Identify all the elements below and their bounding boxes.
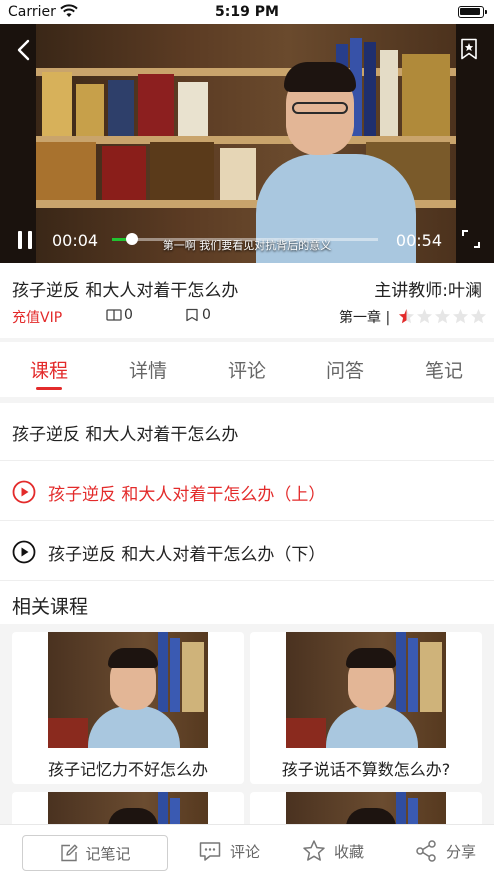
take-note-button[interactable]: 记笔记: [22, 835, 168, 871]
section-gap: [0, 338, 494, 342]
status-bar: Carrier 5:19 PM: [0, 0, 494, 24]
course-title: 孩子逆反 和大人对着干怎么办: [12, 281, 239, 301]
battery-icon: [458, 6, 487, 18]
share-icon: [416, 840, 436, 862]
tab-qa[interactable]: 问答: [305, 356, 385, 383]
section-gap: [0, 397, 494, 403]
chapter-count-stat: 0: [106, 307, 133, 323]
play-circle-icon: [12, 480, 36, 504]
related-course-card[interactable]: 孩子说话不算数怎么办?: [250, 632, 482, 784]
related-course-caption: 孩子记忆力不好怎么办: [47, 760, 208, 779]
video-frame: [36, 24, 456, 263]
share-button[interactable]: 分享: [414, 839, 476, 863]
lesson-item[interactable]: 孩子逆反 和大人对着干怎么办（下）: [0, 521, 494, 581]
related-course-card[interactable]: 孩子记忆力不好怎么办: [12, 632, 244, 784]
tab-comments[interactable]: 评论: [207, 356, 287, 383]
lesson-list-title: 孩子逆反 和大人对着干怎么办: [12, 425, 239, 445]
comment-icon: [199, 842, 221, 861]
lesson-label: 孩子逆反 和大人对着干怎么办（上）: [48, 485, 326, 505]
edit-note-icon: [61, 844, 78, 862]
share-label: 分享: [446, 842, 477, 861]
take-note-label: 记笔记: [85, 844, 131, 863]
rating-stars: [398, 308, 487, 325]
chapter-count: 0: [124, 307, 133, 323]
rating-star-icon: [453, 309, 468, 324]
comment-button[interactable]: 评论: [198, 839, 260, 863]
bookmark-count: 0: [202, 307, 211, 323]
course-thumbnail: [48, 632, 208, 748]
star-icon: [303, 840, 325, 861]
tab-notes[interactable]: 笔记: [404, 356, 484, 383]
vip-recharge-link[interactable]: 充值VIP: [12, 307, 62, 327]
video-player[interactable]: 00:04 第一啊 我们要看见对抗背后的意义 00:54: [0, 24, 494, 263]
course-thumbnail: [286, 632, 446, 748]
bookmark-count-stat: 0: [184, 307, 211, 323]
bookmark-icon: [186, 308, 198, 322]
bookmark-star-icon[interactable]: [460, 38, 478, 60]
rating-star-icon: [471, 309, 486, 324]
related-courses-title: 相关课程: [12, 596, 89, 618]
back-icon[interactable]: [14, 38, 34, 62]
tab-details[interactable]: 详情: [108, 356, 188, 383]
tab-active-indicator: [36, 387, 62, 390]
play-circle-icon: [12, 540, 36, 564]
favorite-button[interactable]: 收藏: [302, 839, 364, 863]
rating-star-icon: [435, 309, 450, 324]
chapter-icon: [106, 309, 122, 321]
lesson-item[interactable]: 孩子逆反 和大人对着干怎么办（上）: [0, 461, 494, 521]
lesson-label: 孩子逆反 和大人对着干怎么办（下）: [48, 545, 326, 565]
fullscreen-icon[interactable]: [462, 230, 480, 248]
course-header: 孩子逆反 和大人对着干怎么办 主讲教师:叶澜: [12, 276, 482, 301]
rating-star-icon: [399, 309, 414, 324]
course-meta: 充值VIP 0 0 第一章 |: [12, 307, 487, 327]
related-course-caption: 孩子说话不算数怎么办?: [281, 760, 451, 779]
duration: 00:54: [395, 231, 442, 250]
comment-label: 评论: [230, 842, 261, 861]
tab-course[interactable]: 课程: [9, 356, 89, 383]
chapter-label: 第一章 |: [339, 310, 391, 326]
course-tabs: 课程 详情 评论 问答 笔记: [0, 344, 494, 396]
teacher-name: 主讲教师:叶澜: [374, 281, 482, 301]
clock: 5:19 PM: [215, 4, 279, 20]
bottom-action-bar: 记笔记 评论 收藏 分享: [0, 824, 494, 880]
rating-star-icon: [417, 309, 432, 324]
favorite-label: 收藏: [334, 842, 365, 861]
